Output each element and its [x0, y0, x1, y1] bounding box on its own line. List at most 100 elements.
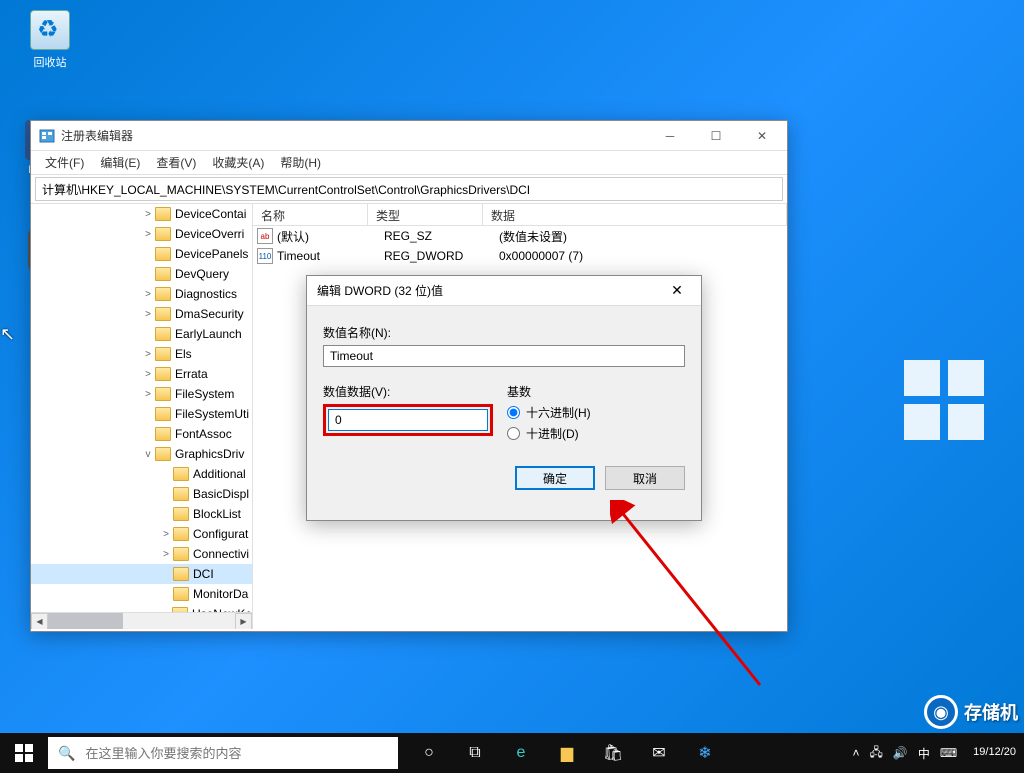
tree-item-connectivi[interactable]: >Connectivi	[31, 544, 252, 564]
tree-item-graphicsdriv[interactable]: vGraphicsDriv	[31, 444, 252, 464]
tree-item-monitorda[interactable]: MonitorDa	[31, 584, 252, 604]
value-row[interactable]: ab(默认)REG_SZ(数值未设置)	[253, 226, 787, 246]
tree-expander-icon[interactable]: >	[141, 209, 155, 220]
tree-item-devquery[interactable]: DevQuery	[31, 264, 252, 284]
folder-icon	[155, 347, 171, 361]
tree-expander-icon[interactable]: >	[159, 529, 173, 540]
taskbar-clock[interactable]: 19/12/20	[965, 746, 1024, 759]
tree-label: BasicDispl	[193, 487, 249, 501]
menu-help[interactable]: 帮助(H)	[272, 151, 329, 174]
search-input[interactable]	[85, 746, 388, 761]
value-name: Timeout	[277, 249, 384, 263]
menu-file[interactable]: 文件(F)	[37, 151, 92, 174]
folder-icon	[155, 447, 171, 461]
column-name[interactable]: 名称	[253, 204, 368, 225]
folder-icon	[155, 427, 171, 441]
store-icon[interactable]: 🛍	[590, 733, 636, 773]
system-tray: ˄ 🖧 🔊 中 ⌨	[844, 743, 965, 764]
radio-hex-input[interactable]	[507, 406, 520, 419]
tree-expander-icon[interactable]: >	[141, 289, 155, 300]
desktop-recycle-bin[interactable]: 回收站	[20, 10, 80, 70]
tree-horizontal-scrollbar[interactable]: ◀ ▶	[31, 612, 252, 629]
folder-icon	[155, 307, 171, 321]
tree-item-devicecontai[interactable]: > DeviceContai	[31, 204, 252, 224]
tree-item-els[interactable]: >Els	[31, 344, 252, 364]
tree-item-errata[interactable]: > Errata	[31, 364, 252, 384]
edge-icon[interactable]: e	[498, 733, 544, 773]
close-button[interactable]: ✕	[739, 121, 785, 151]
tree-expander-icon[interactable]: >	[141, 229, 155, 240]
tray-volume-icon[interactable]: 🔊	[893, 746, 908, 760]
tree-expander-icon[interactable]: >	[141, 369, 155, 380]
tree-item-deviceoverri[interactable]: >DeviceOverri	[31, 224, 252, 244]
folder-icon	[173, 547, 189, 561]
radio-hex[interactable]: 十六进制(H)	[507, 404, 685, 421]
tree-expander-icon[interactable]: v	[141, 449, 155, 460]
tree-item-diagnostics[interactable]: >Diagnostics	[31, 284, 252, 304]
address-bar[interactable]: 计算机\HKEY_LOCAL_MACHINE\SYSTEM\CurrentCon…	[35, 177, 783, 201]
explorer-icon[interactable]: ▆	[544, 733, 590, 773]
folder-icon	[155, 267, 171, 281]
tree-item-dmasecurity[interactable]: >DmaSecurity	[31, 304, 252, 324]
folder-icon	[155, 367, 171, 381]
folder-icon	[173, 527, 189, 541]
tree-item-filesystemuti[interactable]: FileSystemUti	[31, 404, 252, 424]
tree-item-filesystem[interactable]: >FileSystem	[31, 384, 252, 404]
window-title: 注册表编辑器	[61, 127, 647, 144]
tree-scroll[interactable]: > DeviceContai >DeviceOverriDevicePanelsDe…	[31, 204, 252, 629]
tray-keyboard-icon[interactable]: ⌨	[940, 746, 957, 760]
search-icon: 🔍	[58, 745, 75, 762]
column-data[interactable]: 数据	[483, 204, 787, 225]
tree-label: DeviceContai	[175, 207, 246, 221]
app-taskbar-icon[interactable]: ❄	[682, 733, 728, 773]
value-data: (数值未设置)	[499, 228, 783, 245]
maximize-button[interactable]: ☐	[693, 121, 739, 151]
menu-view[interactable]: 查看(V)	[148, 151, 204, 174]
task-view-icon[interactable]: ⧉	[452, 733, 498, 773]
start-button[interactable]	[0, 733, 48, 773]
tree-item-blocklist[interactable]: BlockList	[31, 504, 252, 524]
dialog-close-button[interactable]: ✕	[657, 277, 697, 305]
taskbar-search[interactable]: 🔍	[48, 737, 398, 769]
base-label: 基数	[507, 383, 685, 400]
radio-dec-label: 十进制(D)	[526, 425, 579, 442]
scroll-thumb[interactable]	[48, 613, 123, 629]
tree-label: Configurat	[193, 527, 248, 541]
tree-item-earlylaunch[interactable]: EarlyLaunch	[31, 324, 252, 344]
scroll-left-button[interactable]: ◀	[31, 613, 48, 629]
tree-expander-icon[interactable]: >	[141, 389, 155, 400]
tree-item-additional[interactable]: Additional	[31, 464, 252, 484]
tree-expander-icon[interactable]: >	[141, 309, 155, 320]
radio-dec[interactable]: 十进制(D)	[507, 425, 685, 442]
value-row[interactable]: 110TimeoutREG_DWORD0x00000007 (7)	[253, 246, 787, 266]
ok-button[interactable]: 确定	[515, 466, 595, 490]
cancel-button[interactable]: 取消	[605, 466, 685, 490]
tray-chevron-icon[interactable]: ˄	[852, 746, 859, 760]
watermark: ◉ 存储机	[924, 695, 1018, 729]
mail-icon[interactable]: ✉	[636, 733, 682, 773]
minimize-button[interactable]: ─	[647, 121, 693, 151]
tree-item-configurat[interactable]: > Configurat	[31, 524, 252, 544]
windows-icon	[15, 744, 33, 762]
tree-item-devicepanels[interactable]: DevicePanels	[31, 244, 252, 264]
cortana-icon[interactable]: ○	[406, 733, 452, 773]
menu-favorites[interactable]: 收藏夹(A)	[204, 151, 272, 174]
menu-edit[interactable]: 编辑(E)	[92, 151, 148, 174]
data-input[interactable]	[328, 409, 488, 431]
tray-network-icon[interactable]: 🖧	[869, 743, 882, 764]
tray-ime[interactable]: 中	[918, 745, 930, 762]
tree-label: MonitorDa	[193, 587, 248, 601]
tree-label: Errata	[175, 367, 208, 381]
tree-label: FontAssoc	[175, 427, 232, 441]
tree-item-fontassoc[interactable]: FontAssoc	[31, 424, 252, 444]
scroll-right-button[interactable]: ▶	[235, 613, 252, 629]
tree-expander-icon[interactable]: >	[141, 349, 155, 360]
tree-item-dci[interactable]: DCI	[31, 564, 252, 584]
value-type-icon: 110	[257, 248, 273, 264]
tree-expander-icon[interactable]: >	[159, 549, 173, 560]
tree-item-basicdispl[interactable]: BasicDispl	[31, 484, 252, 504]
name-field	[323, 345, 685, 367]
radio-dec-input[interactable]	[507, 427, 520, 440]
folder-icon	[155, 287, 171, 301]
column-type[interactable]: 类型	[368, 204, 483, 225]
